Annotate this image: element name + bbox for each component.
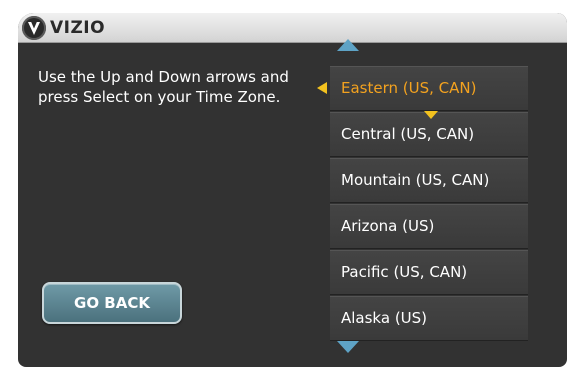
scroll-up-arrow-icon[interactable] [337, 39, 359, 51]
timezone-item-eastern[interactable]: Eastern (US, CAN) [330, 66, 528, 111]
timezone-list[interactable]: Eastern (US, CAN) Central (US, CAN) Moun… [330, 66, 528, 342]
tv-menu-panel: VIZIO Use the Up and Down arrows and pre… [18, 13, 567, 367]
scroll-down-arrow-icon[interactable] [337, 341, 359, 353]
focus-pointer-icon [424, 111, 438, 119]
timezone-item-mountain[interactable]: Mountain (US, CAN) [330, 158, 528, 203]
selection-pointer-icon [317, 82, 327, 94]
brand-name: VIZIO [50, 18, 106, 38]
timezone-item-pacific[interactable]: Pacific (US, CAN) [330, 250, 528, 295]
title-bar: VIZIO [18, 13, 567, 43]
instructions-text: Use the Up and Down arrows and press Sel… [38, 68, 289, 106]
vizio-v-logo-icon [22, 16, 46, 40]
timezone-item-alaska[interactable]: Alaska (US) [330, 296, 528, 341]
timezone-item-arizona[interactable]: Arizona (US) [330, 204, 528, 249]
go-back-button[interactable]: GO BACK [42, 282, 182, 324]
